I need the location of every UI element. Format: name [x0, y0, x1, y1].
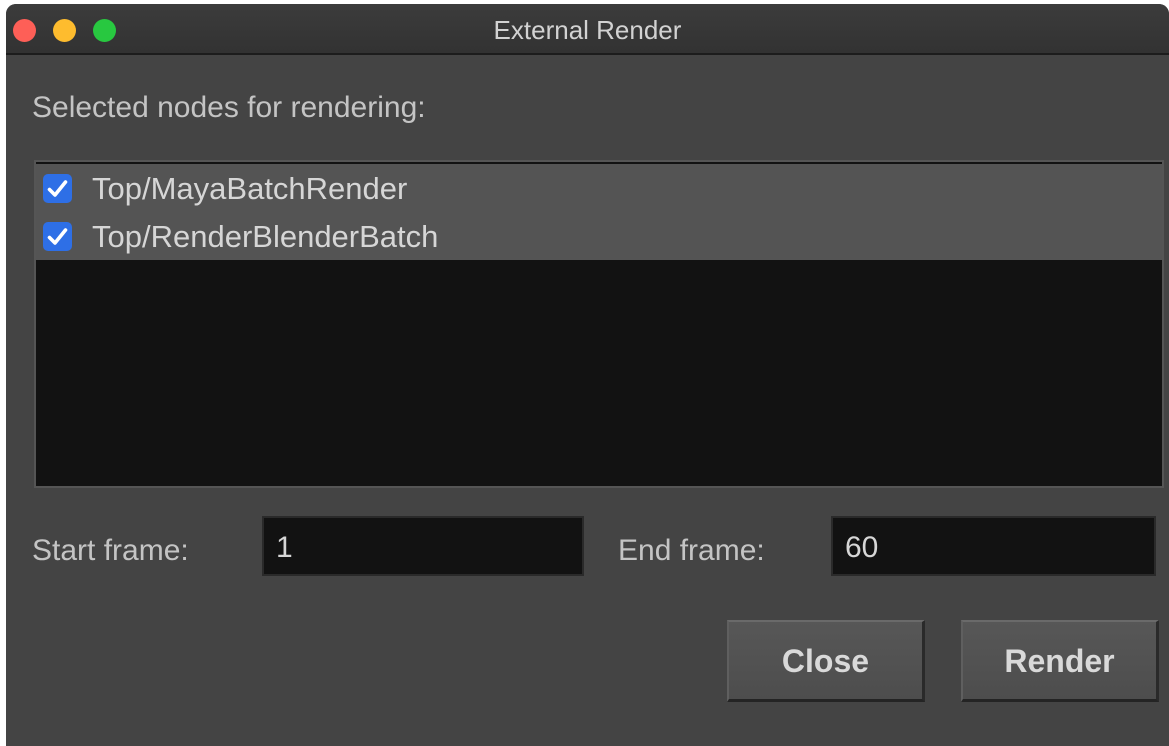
window-title: External Render — [493, 15, 682, 45]
end-frame-label: End frame: — [618, 534, 765, 567]
end-frame-field[interactable]: 60 — [831, 516, 1156, 576]
checkmark-icon — [47, 228, 68, 245]
render-button[interactable]: Render — [961, 620, 1159, 702]
node-list[interactable]: Top/MayaBatchRender Top/RenderBlenderBat… — [34, 160, 1164, 488]
node-label: Top/MayaBatchRender — [92, 171, 408, 206]
selected-nodes-label: Selected nodes for rendering: — [32, 91, 426, 124]
node-list-item[interactable]: Top/RenderBlenderBatch — [36, 212, 1162, 260]
checkmark-icon — [47, 180, 68, 197]
start-frame-label: Start frame: — [32, 534, 189, 567]
close-button[interactable]: Close — [727, 620, 925, 702]
node-label: Top/RenderBlenderBatch — [92, 219, 439, 254]
node-checkbox[interactable] — [43, 222, 72, 251]
start-frame-field[interactable]: 1 — [262, 516, 584, 576]
node-checkbox[interactable] — [43, 174, 72, 203]
node-list-item[interactable]: Top/MayaBatchRender — [36, 164, 1162, 212]
external-render-window: External Render Selected nodes for rende… — [6, 4, 1169, 746]
title-bar[interactable]: External Render — [6, 4, 1169, 55]
